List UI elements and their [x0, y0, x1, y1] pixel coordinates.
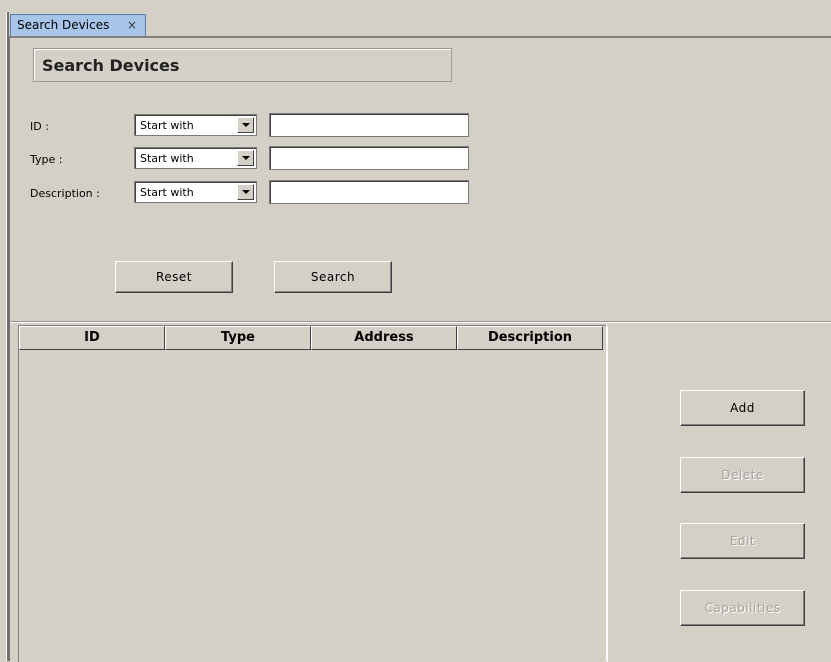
column-header-description[interactable]: Description — [457, 326, 603, 350]
type-operator-select[interactable]: Start with — [134, 147, 257, 169]
type-operator-value: Start with — [140, 152, 194, 165]
tab-label: Search Devices — [17, 18, 110, 32]
tab-search-devices[interactable]: Search Devices × — [10, 14, 146, 36]
id-input[interactable] — [269, 113, 469, 137]
reset-button[interactable]: Reset — [115, 261, 233, 293]
column-header-id[interactable]: ID — [19, 326, 165, 350]
id-operator-select[interactable]: Start with — [134, 114, 257, 136]
page-title: Search Devices — [42, 56, 180, 75]
close-icon[interactable]: × — [127, 18, 137, 32]
edit-button[interactable]: Edit — [680, 523, 805, 559]
capabilities-button[interactable]: Capabilities — [680, 590, 805, 626]
results-table[interactable]: ID Type Address Description — [18, 325, 608, 662]
id-operator-value: Start with — [140, 119, 194, 132]
column-header-type[interactable]: Type — [165, 326, 311, 350]
description-input[interactable] — [269, 180, 469, 204]
search-button[interactable]: Search — [274, 261, 392, 293]
delete-button[interactable]: Delete — [680, 457, 805, 493]
type-label: Type : — [30, 153, 63, 166]
table-header: ID Type Address Description — [19, 326, 605, 350]
description-label: Description : — [30, 187, 100, 200]
id-label: ID : — [30, 120, 49, 133]
chevron-down-icon[interactable] — [237, 117, 254, 133]
add-button[interactable]: Add — [680, 390, 805, 426]
chevron-down-icon[interactable] — [237, 184, 254, 200]
divider — [10, 321, 831, 323]
description-operator-value: Start with — [140, 186, 194, 199]
type-input[interactable] — [269, 146, 469, 170]
panel-divider — [606, 322, 607, 661]
search-devices-window: Search Devices × Search Devices ID : Sta… — [0, 0, 831, 662]
description-operator-select[interactable]: Start with — [134, 181, 257, 203]
chevron-down-icon[interactable] — [237, 150, 254, 166]
column-header-address[interactable]: Address — [311, 326, 457, 350]
